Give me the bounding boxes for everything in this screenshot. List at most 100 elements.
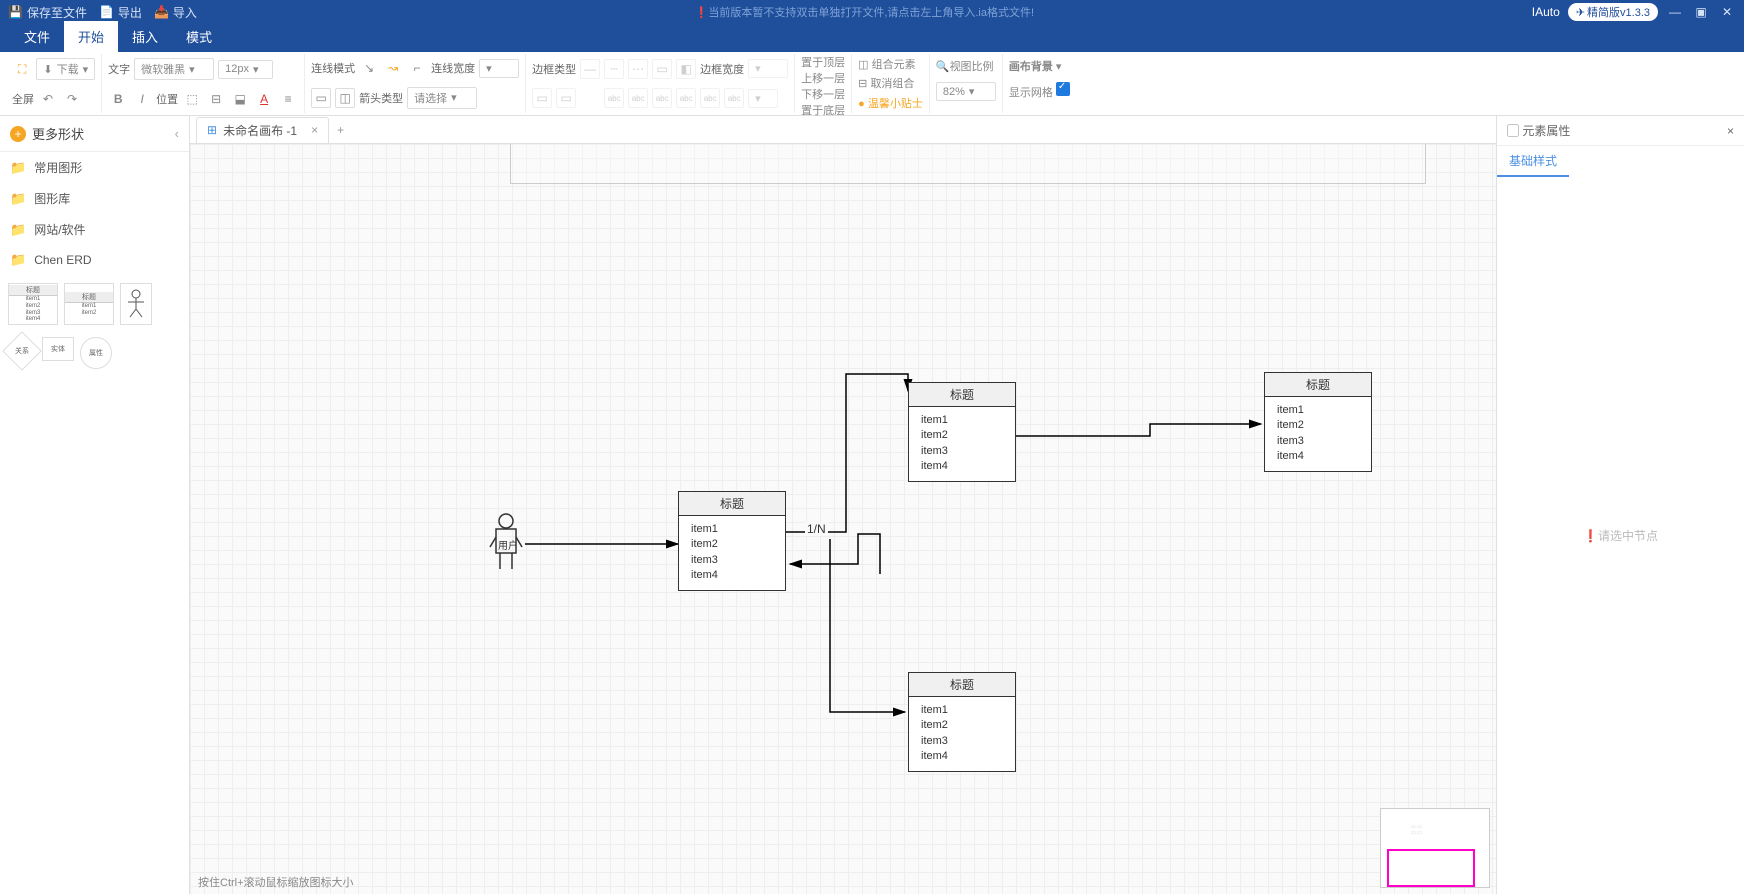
entity-node-1[interactable]: 标题 item1item2item3item4	[678, 491, 786, 591]
menu-insert[interactable]: 插入	[118, 21, 172, 52]
line-style1-icon[interactable]: ▭	[311, 88, 331, 108]
position-label: 位置	[156, 91, 178, 107]
entity-title: 标题	[1265, 373, 1371, 397]
line-elbow-icon[interactable]: ⌐	[407, 58, 427, 78]
props-empty-hint: ❗请选中节点	[1497, 177, 1744, 894]
grid-checkbox[interactable]	[1056, 82, 1070, 96]
menu-start[interactable]: 开始	[64, 21, 118, 52]
align-mid-icon[interactable]: ⊟	[206, 89, 226, 109]
tab-add-button[interactable]: +	[329, 119, 352, 141]
show-grid-toggle[interactable]: 显示网格	[1009, 82, 1070, 100]
abc2-icon[interactable]: abc	[628, 88, 648, 108]
cat-library[interactable]: 📁图形库	[0, 183, 189, 214]
minimap[interactable]: ▭ ▭▭ ▭	[1380, 808, 1490, 888]
palette-entity1[interactable]: 标题item1 item2 item3 item4	[8, 283, 58, 325]
abc5-icon[interactable]: abc	[700, 88, 720, 108]
cat-common[interactable]: 📁常用图形	[0, 152, 189, 183]
minimize-button[interactable]: —	[1666, 5, 1684, 19]
group-elements[interactable]: ◫ 组合元素	[858, 56, 923, 72]
minimap-viewport[interactable]	[1387, 849, 1475, 887]
abc-more[interactable]: ▾	[748, 89, 778, 108]
tip-link[interactable]: ● 温馨小贴士	[858, 95, 923, 111]
palette-actor[interactable]	[120, 283, 152, 325]
entity-node-2[interactable]: 标题 item1item2item3item4	[908, 382, 1016, 482]
palette-entity2[interactable]: 标题item1item2	[64, 283, 114, 325]
edge-label: 1/N	[805, 522, 828, 536]
actor-node[interactable]: 用户	[486, 513, 526, 573]
line-curve-icon[interactable]: ↝	[383, 58, 403, 78]
folder-icon: 📁	[10, 222, 26, 238]
entity-title: 标题	[909, 673, 1015, 697]
menubar: 文件 开始 插入 模式	[0, 24, 1744, 52]
zoom-select[interactable]: 82% ▾	[936, 82, 996, 101]
props-close-icon[interactable]: ×	[1727, 124, 1734, 138]
fill1-icon[interactable]: ▭	[532, 88, 552, 108]
line-straight-icon[interactable]: ↘	[359, 58, 379, 78]
menu-file[interactable]: 文件	[10, 21, 64, 52]
folder-icon: 📁	[10, 191, 26, 207]
abc3-icon[interactable]: abc	[652, 88, 672, 108]
connections	[190, 144, 1490, 844]
line-style2-icon[interactable]: ◫	[335, 88, 355, 108]
abc1-icon[interactable]: abc	[604, 88, 624, 108]
text-label: 文字	[108, 61, 130, 77]
canvas-bg[interactable]: 画布背景 ▾	[1009, 58, 1070, 74]
document-tab[interactable]: ⊞ 未命名画布 -1 ×	[196, 117, 329, 143]
redo-button[interactable]: ↷	[62, 89, 82, 109]
entity-node-3[interactable]: 标题 item1item2item3item4	[908, 672, 1016, 772]
doc-icon: ⊞	[207, 123, 217, 137]
maximize-button[interactable]: ▣	[1692, 5, 1710, 19]
titlebar-notice: ❗当前版本暂不支持双击单独打开文件,请点击左上角导入.ia格式文件!	[197, 4, 1532, 20]
layer-up[interactable]: 上移一层	[801, 70, 845, 86]
align-h-icon[interactable]: ≡	[278, 89, 298, 109]
font-color-button[interactable]: A	[254, 89, 274, 109]
download-dropdown[interactable]: ⬇ 下载 ▾	[36, 58, 95, 80]
folder-icon: 📁	[10, 160, 26, 176]
arrowtype-select[interactable]: 请选择 ▾	[407, 87, 477, 109]
arrowtype-label: 箭头类型	[359, 90, 403, 106]
palette-attribute[interactable]: 属性	[80, 337, 112, 369]
fullscreen-icon[interactable]: ⛶	[12, 59, 32, 80]
border-none-icon[interactable]: ▭	[652, 59, 672, 79]
border-dash-icon[interactable]: ┄	[604, 59, 624, 79]
linewidth-select[interactable]: ▾	[479, 59, 519, 78]
palette-relation[interactable]: 关系	[2, 331, 42, 371]
props-header: ▢ 元素属性 ×	[1497, 116, 1744, 146]
cat-website[interactable]: 📁网站/软件	[0, 214, 189, 245]
border-dot-icon[interactable]: ⋯	[628, 59, 648, 79]
border-solid-icon[interactable]: —	[580, 59, 600, 79]
align-bot-icon[interactable]: ⬓	[230, 89, 250, 109]
borderwidth-select[interactable]: ▾	[748, 59, 788, 78]
page-boundary	[510, 144, 1426, 184]
props-tab-basic[interactable]: 基础样式	[1497, 146, 1569, 177]
fontsize-select[interactable]: 12px ▾	[218, 60, 273, 79]
fill2-icon[interactable]: ▭	[556, 88, 576, 108]
entity-title: 标题	[679, 492, 785, 516]
border-color-icon[interactable]: ◧	[676, 59, 696, 79]
undo-button[interactable]: ↶	[38, 89, 58, 109]
layer-top[interactable]: 置于顶层	[801, 54, 845, 70]
align-top-icon[interactable]: ⬚	[182, 89, 202, 109]
more-shapes-button[interactable]: + 更多形状 ‹	[0, 116, 189, 152]
entity-node-4[interactable]: 标题 item1item2item3item4	[1264, 372, 1372, 472]
titlebar: 💾 保存至文件 📄 导出 📥 导入 ❗当前版本暂不支持双击单独打开文件,请点击左…	[0, 0, 1744, 24]
brand-label: IAuto	[1532, 5, 1560, 19]
cat-chenerd[interactable]: 📁Chen ERD	[0, 245, 189, 275]
font-select[interactable]: 微软雅黑 ▾	[134, 58, 214, 80]
bold-button[interactable]: B	[108, 89, 128, 109]
layer-down[interactable]: 下移一层	[801, 86, 845, 102]
export-button[interactable]: 📄 导出	[99, 4, 142, 21]
plus-icon: +	[10, 126, 26, 142]
save-button[interactable]: 💾 保存至文件	[8, 4, 87, 21]
import-button[interactable]: 📥 导入	[154, 4, 197, 21]
tab-close-button[interactable]: ×	[311, 123, 318, 137]
ungroup-elements[interactable]: ⊟ 取消组合	[858, 75, 923, 91]
italic-button[interactable]: I	[132, 89, 152, 109]
abc6-icon[interactable]: abc	[724, 88, 744, 108]
menu-mode[interactable]: 模式	[172, 21, 226, 52]
palette-entity3[interactable]: 实体	[42, 337, 74, 361]
close-button[interactable]: ✕	[1718, 5, 1736, 19]
canvas-hint: 按住Ctrl+滚动鼠标缩放图标大小	[198, 874, 354, 890]
canvas[interactable]: 用户 标题 item1item2item3item4 标题 item1item2…	[190, 144, 1496, 894]
abc4-icon[interactable]: abc	[676, 88, 696, 108]
